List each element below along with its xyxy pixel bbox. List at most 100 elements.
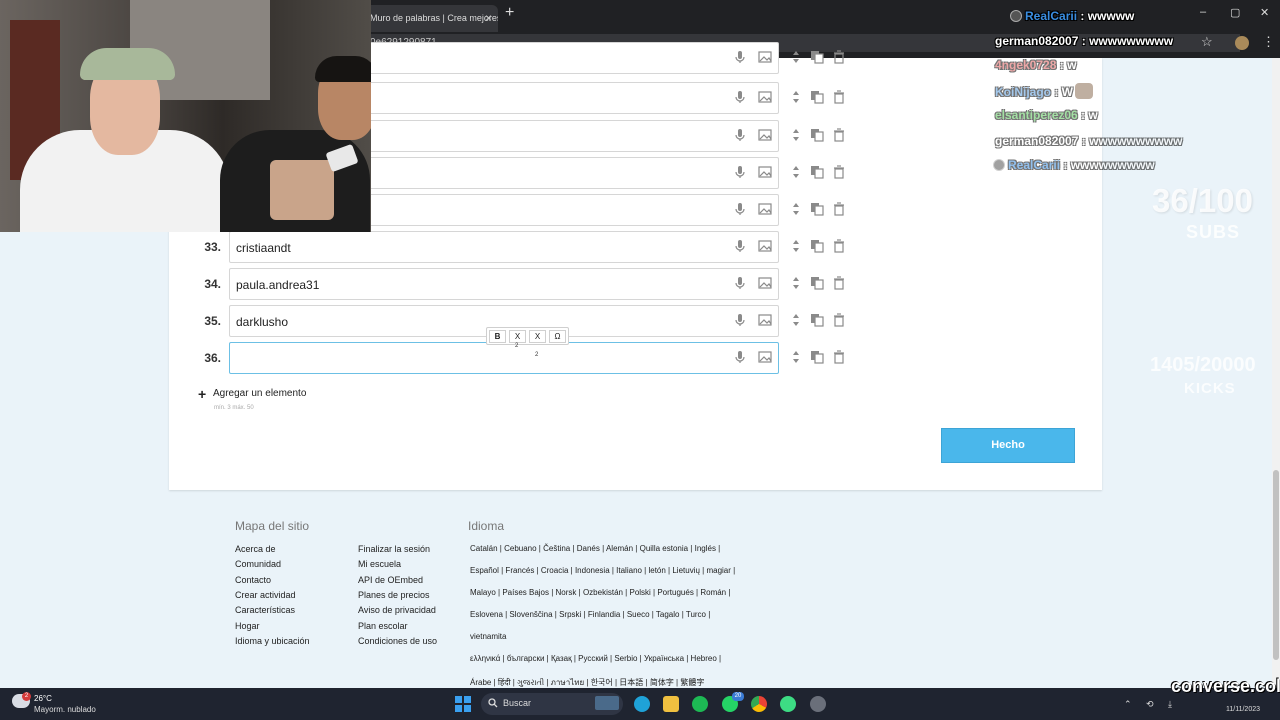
mic-icon[interactable] xyxy=(733,128,747,142)
add-item-link[interactable]: Agregar un elemento xyxy=(213,388,306,399)
tab-close-icon[interactable]: × xyxy=(485,11,492,25)
bold-button[interactable]: B xyxy=(489,330,506,343)
duplicate-icon[interactable] xyxy=(810,50,824,64)
language-links[interactable]: ελληνικά | български | Қазақ | Русский |… xyxy=(470,654,721,663)
reorder-icon[interactable] xyxy=(789,276,803,290)
reorder-icon[interactable] xyxy=(789,50,803,64)
mic-icon[interactable] xyxy=(733,313,747,327)
reorder-icon[interactable] xyxy=(789,202,803,216)
reorder-icon[interactable] xyxy=(789,313,803,327)
language-links[interactable]: Eslovena | Slovenščina | Srpski | Finlan… xyxy=(470,610,710,619)
item-text-input[interactable]: cristiaandt xyxy=(229,231,779,263)
start-button[interactable] xyxy=(455,696,471,712)
messenger-icon[interactable] xyxy=(780,696,796,712)
scrollbar-thumb[interactable] xyxy=(1273,470,1279,660)
delete-icon[interactable] xyxy=(832,165,846,179)
delete-icon[interactable] xyxy=(832,128,846,142)
image-icon[interactable] xyxy=(758,90,772,104)
add-item-icon[interactable]: + xyxy=(198,386,206,402)
reorder-icon[interactable] xyxy=(789,90,803,104)
reorder-icon[interactable] xyxy=(789,239,803,253)
delete-icon[interactable] xyxy=(832,350,846,364)
tray-chevron-icon[interactable]: ⌃ xyxy=(1124,699,1132,710)
footer-link[interactable]: Planes de precios xyxy=(358,590,430,600)
language-links[interactable]: Español | Francés | Croacia | Indonesia … xyxy=(470,566,735,575)
reorder-icon[interactable] xyxy=(789,165,803,179)
image-icon[interactable] xyxy=(758,239,772,253)
footer-link[interactable]: Acerca de xyxy=(235,544,276,554)
duplicate-icon[interactable] xyxy=(810,239,824,253)
duplicate-icon[interactable] xyxy=(810,350,824,364)
taskbar-search-label: Buscar xyxy=(503,698,532,708)
footer-link[interactable]: Aviso de privacidad xyxy=(358,605,436,615)
spotify-icon[interactable] xyxy=(692,696,708,712)
duplicate-icon[interactable] xyxy=(810,90,824,104)
footer-link[interactable]: Mi escuela xyxy=(358,559,401,569)
delete-icon[interactable] xyxy=(832,90,846,104)
image-icon[interactable] xyxy=(758,50,772,64)
language-links[interactable]: Catalán | Cebuano | Čeština | Danés | Al… xyxy=(470,544,720,553)
mic-icon[interactable] xyxy=(733,350,747,364)
mic-icon[interactable] xyxy=(733,239,747,253)
weather-description[interactable]: Mayorm. nublado xyxy=(34,705,96,714)
footer-link[interactable]: Condiciones de uso xyxy=(358,636,437,646)
footer-link[interactable]: Idioma y ubicación xyxy=(235,636,310,646)
taskbar-date[interactable]: 11/11/2023 xyxy=(1226,706,1260,713)
image-icon[interactable] xyxy=(758,128,772,142)
done-button[interactable]: Hecho xyxy=(941,428,1075,463)
language-links[interactable]: vietnamita xyxy=(470,632,506,641)
whatsapp-badge: 20 xyxy=(732,692,744,701)
footer-link[interactable]: Crear actividad xyxy=(235,590,296,600)
mic-icon[interactable] xyxy=(733,50,747,64)
footer-link[interactable]: API de OEmbed xyxy=(358,575,423,585)
duplicate-icon[interactable] xyxy=(810,276,824,290)
weather-temperature[interactable]: 26°C xyxy=(34,694,52,703)
mic-icon[interactable] xyxy=(733,202,747,216)
footer-link[interactable]: Finalizar la sesión xyxy=(358,544,430,554)
duplicate-icon[interactable] xyxy=(810,313,824,327)
browser-menu-icon[interactable]: ⋮ xyxy=(1262,34,1275,50)
download-icon[interactable]: ⤓ xyxy=(1168,699,1172,710)
mic-icon[interactable] xyxy=(733,165,747,179)
subscript-button[interactable]: X xyxy=(509,330,526,343)
delete-icon[interactable] xyxy=(832,239,846,253)
duplicate-icon[interactable] xyxy=(810,202,824,216)
network-icon[interactable]: ⟲ xyxy=(1146,699,1154,710)
superscript-button[interactable]: X xyxy=(529,330,546,343)
extension-icon[interactable] xyxy=(1235,36,1249,50)
language-links[interactable]: Malayo | Países Bajos | Norsk | Ozbekist… xyxy=(470,588,730,597)
app-icon[interactable] xyxy=(810,696,826,712)
bookmark-star-icon[interactable]: ☆ xyxy=(1201,34,1213,50)
close-window-button[interactable]: ✕ xyxy=(1260,6,1269,19)
image-icon[interactable] xyxy=(758,313,772,327)
special-characters-button[interactable]: Ω xyxy=(549,330,566,343)
footer-link[interactable]: Características xyxy=(235,605,295,615)
image-icon[interactable] xyxy=(758,165,772,179)
delete-icon[interactable] xyxy=(832,202,846,216)
chrome-icon[interactable] xyxy=(751,696,767,712)
delete-icon[interactable] xyxy=(832,313,846,327)
footer-link[interactable]: Contacto xyxy=(235,575,271,585)
image-icon[interactable] xyxy=(758,202,772,216)
footer-link[interactable]: Comunidad xyxy=(235,559,281,569)
delete-icon[interactable] xyxy=(832,276,846,290)
duplicate-icon[interactable] xyxy=(810,165,824,179)
reorder-icon[interactable] xyxy=(789,128,803,142)
edge-icon[interactable] xyxy=(634,696,650,712)
image-icon[interactable] xyxy=(758,350,772,364)
file-explorer-icon[interactable] xyxy=(663,696,679,712)
footer-link[interactable]: Plan escolar xyxy=(358,621,408,631)
item-text-input[interactable]: paula.andrea31 xyxy=(229,268,779,300)
browser-tab[interactable]: Muro de palabras | Crea mejores × xyxy=(360,5,498,32)
new-tab-button[interactable]: + xyxy=(505,4,514,22)
duplicate-icon[interactable] xyxy=(810,128,824,142)
delete-icon[interactable] xyxy=(832,50,846,64)
mic-icon[interactable] xyxy=(733,90,747,104)
mic-icon[interactable] xyxy=(733,276,747,290)
footer-link[interactable]: Hogar xyxy=(235,621,260,631)
image-icon[interactable] xyxy=(758,276,772,290)
item-text-input[interactable] xyxy=(229,342,779,374)
minimize-button[interactable]: – xyxy=(1200,6,1206,18)
reorder-icon[interactable] xyxy=(789,350,803,364)
maximize-button[interactable]: ▢ xyxy=(1230,6,1240,19)
